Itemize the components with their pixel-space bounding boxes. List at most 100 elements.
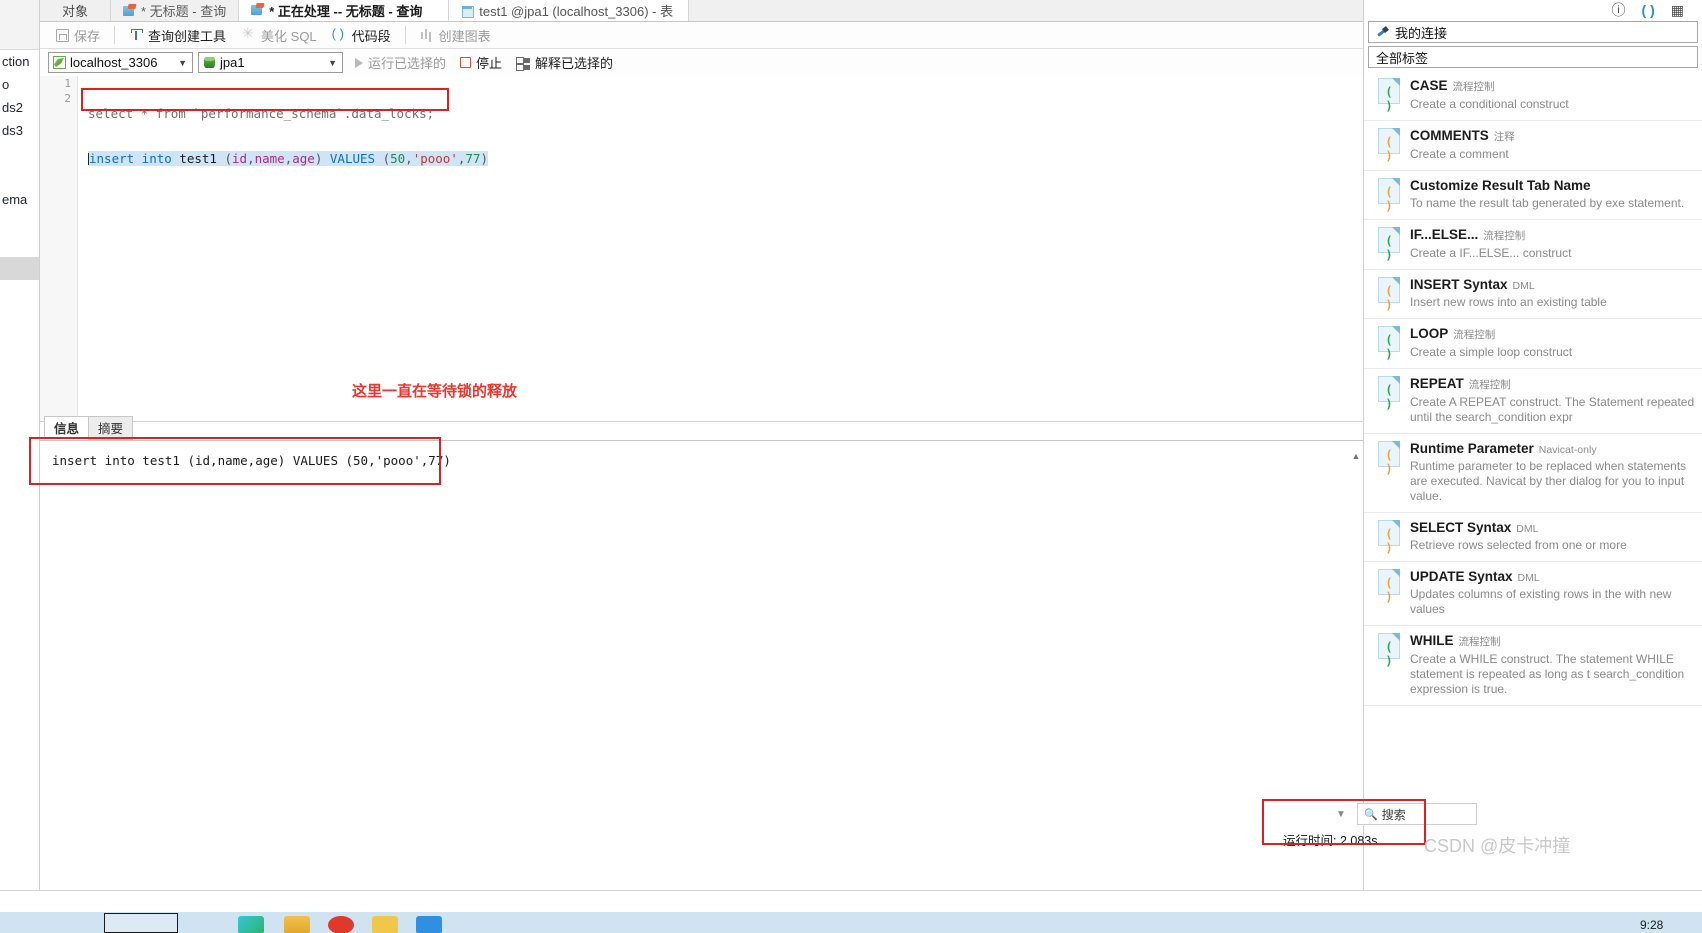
tab-strip[interactable]: 对象 * 无标题 - 查询 * 正在处理 -- 无标题 - 查询 test1 @…	[40, 0, 1363, 22]
sidebar-item-5[interactable]: ema	[0, 188, 39, 211]
snippet-description: Insert new rows into an existing table	[1410, 295, 1607, 309]
snippet-button[interactable]: 代码段	[326, 24, 398, 46]
taskbar-icon-yellow-app[interactable]	[372, 916, 398, 933]
tag-filter-select[interactable]: 全部标签	[1368, 46, 1698, 68]
table-grid-icon[interactable]: ▦	[1671, 3, 1684, 17]
snippet-body: CASE 流程控制 Create a conditional construct	[1410, 78, 1696, 112]
line-number: 1	[64, 77, 71, 90]
search-placeholder: 搜索	[1381, 807, 1406, 822]
snippet-file-icon: ( )	[1378, 520, 1400, 555]
editor-toolbar[interactable]: 保存 查询创建工具 美化 SQL 代码段 创建图表	[40, 22, 1363, 49]
toolbar-divider-2	[404, 26, 406, 44]
chart-icon	[420, 28, 434, 42]
explain-selected-button[interactable]: 解释已选择的	[509, 52, 620, 74]
snippet-panel[interactable]: ⓘ ( ) ▦ 我的连接 全部标签 ( ) CASE 流程控制 Create a co…	[1363, 0, 1702, 890]
snippet-item[interactable]: ( ) COMMENTS 注释 Create a comment	[1364, 121, 1702, 171]
code-line-1[interactable]: select * from `performance_schema`.data_…	[88, 106, 1363, 121]
taskbar-active-app[interactable]	[104, 913, 178, 933]
snippet-item[interactable]: ( ) WHILE 流程控制 Create a WHILE construct. Th…	[1364, 626, 1702, 706]
explain-selected-label: 解释已选择的	[535, 56, 614, 71]
connection-select[interactable]: localhost_3306 ▼	[48, 52, 193, 73]
run-selected-button[interactable]: 运行已选择的	[348, 52, 453, 74]
taskbar-icon-chrome[interactable]	[238, 916, 264, 933]
snippet-item[interactable]: ( ) SELECT Syntax DML Retrieve rows selecte…	[1364, 513, 1702, 562]
sidebar-item-2[interactable]: ds2	[0, 96, 39, 119]
snippet-body: SELECT Syntax DML Retrieve rows selected f…	[1410, 520, 1696, 553]
sql-code-area[interactable]: select * from `performance_schema`.data_…	[78, 76, 1363, 421]
tab-processing-query[interactable]: * 正在处理 -- 无标题 - 查询	[239, 0, 450, 21]
panel-icon-bar[interactable]: ⓘ ( ) ▦	[1364, 0, 1702, 19]
query-builder-button[interactable]: 查询创建工具	[122, 24, 233, 46]
database-icon	[203, 56, 216, 69]
stop-button[interactable]: 停止	[453, 52, 509, 74]
stop-icon	[460, 57, 472, 68]
snippet-description: Updates columns of existing rows in the …	[1410, 587, 1672, 616]
result-collapse-toggle[interactable]: ▼	[1330, 803, 1352, 825]
chevron-up-icon[interactable]: ▲	[1351, 451, 1361, 461]
code-kw-insert: insert into	[89, 151, 172, 166]
snippet-title: Runtime Parameter Navicat-only	[1410, 441, 1597, 456]
tab-summary[interactable]: 摘要	[88, 416, 134, 440]
tab-objects-label: 对象	[62, 4, 89, 19]
code-line-2[interactable]: insert into test1 (id,name,age) VALUES (…	[88, 151, 1363, 166]
snippet-file-icon: ( )	[1378, 227, 1400, 262]
snippet-item[interactable]: ( ) LOOP 流程控制 Create a simple loop construc…	[1364, 319, 1702, 369]
sidebar-item-3[interactable]: ds3	[0, 119, 39, 142]
beautify-sql-button[interactable]: 美化 SQL	[235, 24, 324, 46]
snippet-item[interactable]: ( ) CASE 流程控制 Create a conditional construc…	[1364, 71, 1702, 121]
parentheses-icon: ( )	[1385, 333, 1393, 361]
parentheses-icon: ( )	[1385, 383, 1393, 411]
snippet-category: DML	[1512, 280, 1535, 292]
info-icon[interactable]: ⓘ	[1612, 3, 1626, 17]
mysql-connection-icon	[53, 56, 66, 69]
code-col-name: name	[254, 151, 285, 166]
snippet-category: 流程控制	[1452, 81, 1495, 93]
snippet-category: DML	[1516, 523, 1539, 535]
taskbar-icon-folder[interactable]	[284, 916, 310, 933]
sql-editor[interactable]: 1 2 select * from `performance_schema`.d…	[40, 76, 1363, 422]
snippet-file-icon: ( )	[1378, 376, 1400, 411]
snippet-item[interactable]: ( ) Runtime Parameter Navicat-only Runtime …	[1364, 434, 1702, 513]
table-icon	[461, 5, 475, 18]
create-chart-button[interactable]: 创建图表	[413, 24, 498, 46]
sidebar-item-selected[interactable]	[0, 257, 39, 280]
sidebar-item-0[interactable]: ction	[0, 50, 39, 73]
code-col-age: age	[292, 151, 315, 166]
parentheses-icon: ( )	[1385, 576, 1393, 604]
snippet-description: Runtime parameter to be replaced when st…	[1410, 459, 1687, 503]
stop-button-label: 停止	[476, 56, 503, 71]
left-sidebar[interactable]: ction o ds2 ds3 ema	[0, 0, 40, 890]
taskbar-icon-red-app[interactable]	[328, 916, 354, 933]
sidebar-item-1[interactable]: o	[0, 73, 39, 96]
snippet-item[interactable]: ( ) REPEAT 流程控制 Create A REPEAT construct. …	[1364, 369, 1702, 434]
parentheses-icon: ( )	[1385, 234, 1393, 262]
code-comma-1: ,	[247, 151, 255, 166]
taskbar-icon-blue-app[interactable]	[416, 916, 442, 933]
search-input[interactable]: 🔍 搜索	[1357, 803, 1477, 825]
snippet-title: LOOP 流程控制	[1410, 326, 1496, 341]
save-button-label: 保存	[74, 28, 101, 44]
snippet-icon[interactable]: ( )	[1642, 3, 1655, 17]
snippet-list[interactable]: ( ) CASE 流程控制 Create a conditional construc…	[1364, 71, 1702, 706]
result-tab-bar[interactable]: 信息 摘要	[40, 416, 1363, 440]
snippet-item[interactable]: ( ) IF...ELSE... 流程控制 Create a IF...ELSE...…	[1364, 220, 1702, 270]
connection-bar[interactable]: localhost_3306 ▼ jpa1 ▼ 运行已选择的 停止 解释已选择的	[40, 49, 1363, 76]
my-connections-header[interactable]: 我的连接	[1368, 21, 1698, 43]
snippet-item[interactable]: ( ) UPDATE Syntax DML Updates columns of ex…	[1364, 562, 1702, 626]
run-selected-label: 运行已选择的	[368, 56, 447, 71]
tab-untitled-query[interactable]: * 无标题 - 查询	[111, 0, 240, 21]
tab-objects[interactable]: 对象	[40, 0, 112, 21]
sidebar-spacer-c	[0, 211, 39, 234]
save-button[interactable]: 保存	[48, 24, 107, 46]
tab-info[interactable]: 信息	[44, 416, 90, 440]
database-value: jpa1	[220, 55, 245, 70]
snippet-item[interactable]: ( ) INSERT Syntax DML Insert new rows into …	[1364, 270, 1702, 319]
tab-test1-table[interactable]: test1 @jpa1 (localhost_3306) - 表	[449, 0, 690, 21]
database-select[interactable]: jpa1 ▼	[198, 52, 343, 73]
snippet-file-icon: ( )	[1378, 277, 1400, 312]
result-scrollbar[interactable]: ▲	[1351, 451, 1361, 831]
code-paren-close: )	[314, 151, 330, 166]
toolbar-divider-1	[114, 26, 116, 44]
annotation-waiting-lock: 这里一直在等待锁的释放	[352, 383, 518, 400]
snippet-item[interactable]: ( ) Customize Result Tab Name To name the …	[1364, 171, 1702, 220]
